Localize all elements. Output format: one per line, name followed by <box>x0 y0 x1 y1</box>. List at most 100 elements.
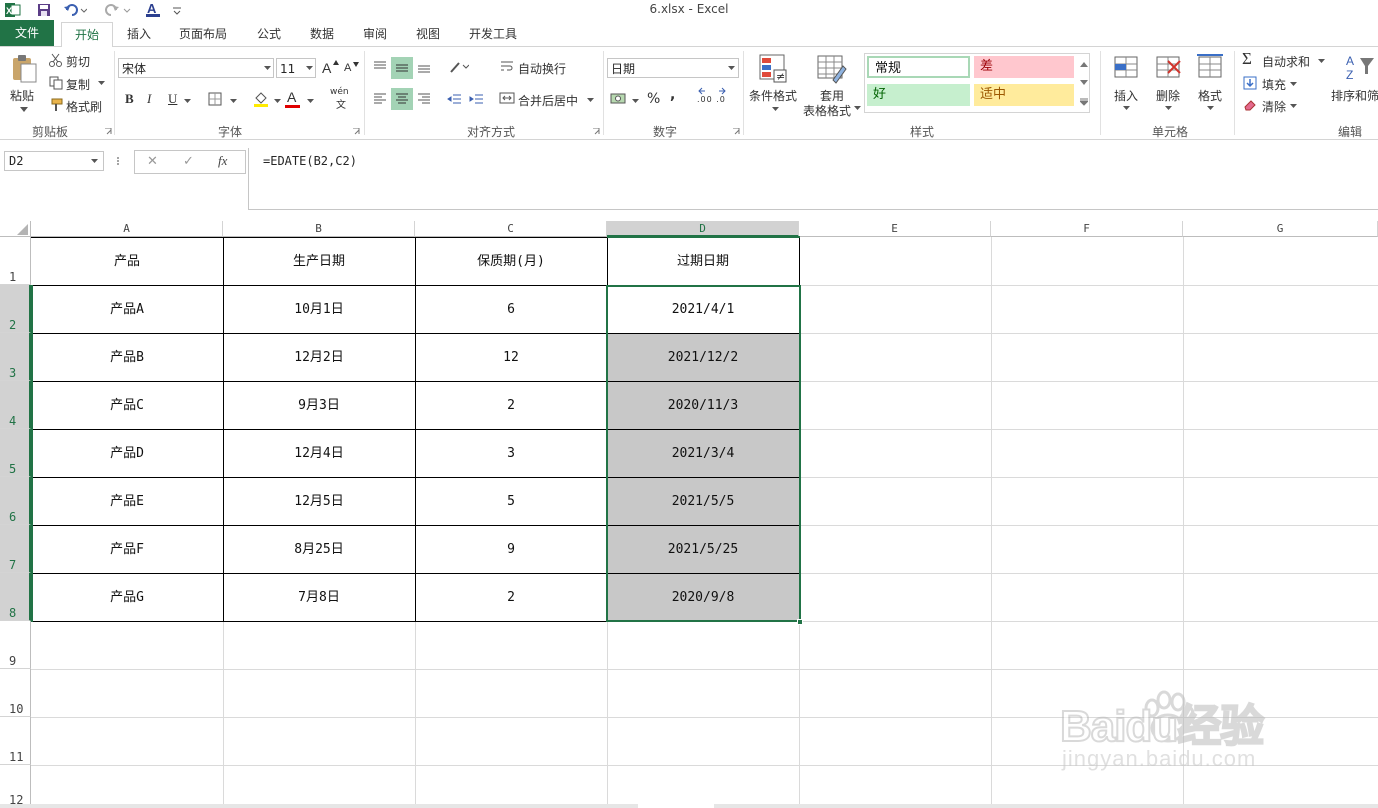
style-normal[interactable]: 常规 <box>867 56 970 78</box>
name-box-dropdown-icon[interactable] <box>89 157 99 165</box>
style-good[interactable]: 好 <box>867 84 970 106</box>
cell-shelf-life[interactable]: 6 <box>415 285 607 333</box>
cell-production-date[interactable]: 8月25日 <box>223 525 415 573</box>
underline-button[interactable]: U <box>168 91 177 107</box>
cut-button[interactable]: 剪切 <box>66 53 90 70</box>
cell-product[interactable]: 产品F <box>31 525 223 573</box>
column-header-c[interactable]: C <box>415 221 607 237</box>
cell-shelf-life[interactable]: 12 <box>415 333 607 381</box>
clear-icon[interactable] <box>1242 97 1258 113</box>
row-header-6[interactable]: 6 <box>0 477 31 525</box>
tab-home[interactable]: 开始 <box>61 22 113 48</box>
cell-production-date[interactable]: 12月5日 <box>223 477 415 525</box>
row-header-10[interactable]: 10 <box>0 669 31 717</box>
delete-cells-icon[interactable] <box>1152 51 1184 83</box>
number-format-box[interactable]: 日期 <box>607 58 739 78</box>
cell-shelf-life[interactable]: 3 <box>415 429 607 477</box>
percent-style-button[interactable]: % <box>647 91 660 107</box>
sort-filter-button[interactable]: 排序和筛 <box>1331 87 1378 104</box>
column-header-b[interactable]: B <box>223 221 415 237</box>
clipboard-launcher-icon[interactable] <box>104 127 112 135</box>
merge-dropdown-icon[interactable] <box>585 96 595 104</box>
paste-dropdown-icon[interactable] <box>18 105 30 115</box>
conditional-formatting-icon[interactable]: ≠ <box>756 51 790 85</box>
format-cells-icon[interactable] <box>1194 51 1226 83</box>
fill-color-dropdown-icon[interactable] <box>272 97 282 105</box>
align-bottom-icon[interactable] <box>414 57 434 77</box>
enter-formula-button[interactable]: ✓ <box>183 154 194 169</box>
insert-cells-dropdown-icon[interactable] <box>1121 104 1131 112</box>
cell-shelf-life[interactable]: 9 <box>415 525 607 573</box>
cell-product[interactable]: 产品D <box>31 429 223 477</box>
tab-file[interactable]: 文件 <box>0 20 54 46</box>
tab-insert[interactable]: 插入 <box>116 22 162 46</box>
row-header-3[interactable]: 3 <box>0 333 31 381</box>
wrap-text-icon[interactable] <box>498 57 516 75</box>
cell-shelf-life[interactable]: 2 <box>415 573 607 621</box>
sort-filter-icon[interactable]: AZ <box>1344 51 1378 85</box>
column-header-g[interactable]: G <box>1183 221 1378 237</box>
copy-icon[interactable] <box>48 75 64 91</box>
fill-button[interactable]: 填充 <box>1262 76 1286 93</box>
tab-formulas[interactable]: 公式 <box>246 22 292 46</box>
column-header-d[interactable]: D <box>607 221 799 237</box>
row-header-7[interactable]: 7 <box>0 525 31 573</box>
decrease-indent-icon[interactable] <box>444 89 464 109</box>
cell-production-date[interactable]: 7月8日 <box>223 573 415 621</box>
cell-production-date[interactable]: 9月3日 <box>223 381 415 429</box>
delete-cells-button[interactable]: 删除 <box>1156 87 1180 104</box>
font-color-button[interactable]: A <box>287 89 296 105</box>
header-cell-product[interactable]: 产品 <box>31 237 223 285</box>
style-bad[interactable]: 差 <box>974 56 1074 78</box>
grow-font-button[interactable]: A <box>322 60 331 76</box>
phonetic-button[interactable]: wén <box>330 87 349 97</box>
tab-data[interactable]: 数据 <box>299 22 345 46</box>
cancel-formula-button[interactable]: ✕ <box>147 154 158 169</box>
gallery-scroll-up-icon[interactable] <box>1078 55 1090 73</box>
wrap-text-button[interactable]: 自动换行 <box>518 60 566 77</box>
gallery-expand-icon[interactable] <box>1078 93 1090 111</box>
row-header-8[interactable]: 8 <box>0 573 31 621</box>
fill-dropdown-icon[interactable] <box>1288 80 1298 88</box>
tab-page-layout[interactable]: 页面布局 <box>170 22 236 46</box>
format-as-table-button[interactable]: 表格格式 <box>803 102 851 119</box>
insert-cells-button[interactable]: 插入 <box>1114 87 1138 104</box>
paste-button[interactable]: 粘贴 <box>10 87 34 104</box>
formula-input[interactable]: =EDATE(B2,C2) <box>248 148 1378 210</box>
shrink-font-button[interactable]: A <box>344 62 351 74</box>
cell-production-date[interactable]: 12月4日 <box>223 429 415 477</box>
align-left-icon[interactable] <box>370 89 390 109</box>
bold-button[interactable]: B <box>125 91 134 107</box>
cell-product[interactable]: 产品E <box>31 477 223 525</box>
column-header-e[interactable]: E <box>799 221 991 237</box>
column-header-f[interactable]: F <box>991 221 1183 237</box>
accounting-format-icon[interactable] <box>609 89 631 109</box>
conditional-formatting-button[interactable]: 条件格式 <box>749 87 797 104</box>
format-cells-button[interactable]: 格式 <box>1198 87 1222 104</box>
row-header-4[interactable]: 4 <box>0 381 31 429</box>
header-cell-production-date[interactable]: 生产日期 <box>223 237 415 285</box>
cell-shelf-life[interactable]: 2 <box>415 381 607 429</box>
alignment-launcher-icon[interactable] <box>592 127 600 135</box>
insert-function-button[interactable]: fx <box>218 153 227 169</box>
tab-view[interactable]: 视图 <box>405 22 451 46</box>
align-top-icon[interactable] <box>370 57 390 77</box>
cell-product[interactable]: 产品B <box>31 333 223 381</box>
clear-button[interactable]: 清除 <box>1262 98 1286 115</box>
cell-product[interactable]: 产品A <box>31 285 223 333</box>
row-header-2[interactable]: 2 <box>0 285 31 333</box>
orientation-icon[interactable] <box>448 57 470 77</box>
cell-production-date[interactable]: 12月2日 <box>223 333 415 381</box>
font-launcher-icon[interactable] <box>352 127 360 135</box>
font-size-dropdown-icon[interactable] <box>304 64 314 72</box>
autosum-dropdown-icon[interactable] <box>1316 57 1326 65</box>
comma-style-button[interactable]: , <box>670 87 675 103</box>
delete-cells-dropdown-icon[interactable] <box>1163 104 1173 112</box>
accounting-dropdown-icon[interactable] <box>630 97 640 105</box>
select-all-corner[interactable] <box>0 221 31 237</box>
merge-center-button[interactable]: 合并后居中 <box>518 92 578 109</box>
cell-product[interactable]: 产品C <box>31 381 223 429</box>
align-center-icon[interactable] <box>391 88 413 110</box>
format-as-table-dropdown-icon[interactable] <box>852 104 862 112</box>
paste-icon[interactable] <box>8 53 40 85</box>
